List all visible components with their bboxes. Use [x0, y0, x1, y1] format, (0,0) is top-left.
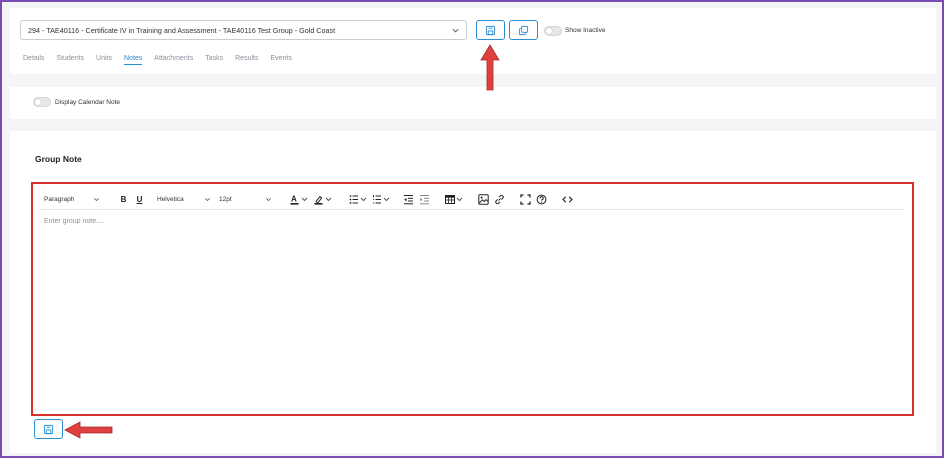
tab-events[interactable]: Events: [270, 55, 291, 65]
editor-toolbar: Paragraph B U Helvetica 12pt A: [39, 190, 905, 210]
underline-button[interactable]: U: [134, 194, 145, 205]
save-button[interactable]: [476, 20, 505, 40]
source-code-button[interactable]: [562, 194, 573, 205]
font-family-value: Helvetica: [157, 195, 184, 203]
tab-attachments[interactable]: Attachments: [154, 55, 193, 65]
copy-icon: [518, 25, 529, 35]
arrow-icon: [480, 44, 500, 91]
highlight-icon: [314, 195, 332, 205]
fullscreen-icon: [520, 194, 531, 205]
chevron-down-icon: [452, 28, 459, 33]
group-select[interactable]: 294 - TAE40116 - Certificate IV in Train…: [20, 20, 467, 40]
show-inactive-label: Show Inactive: [565, 27, 606, 34]
group-select-value: 294 - TAE40116 - Certificate IV in Train…: [28, 25, 336, 35]
show-inactive-toggle[interactable]: [544, 26, 562, 36]
app-frame: 294 - TAE40116 - Certificate IV in Train…: [0, 0, 944, 458]
tab-students[interactable]: Students: [56, 55, 84, 65]
help-icon: [536, 194, 547, 205]
tab-results[interactable]: Results: [235, 55, 258, 65]
note-textarea[interactable]: Enter group note....: [44, 218, 104, 225]
bullet-list-button[interactable]: [349, 194, 369, 205]
save-icon: [43, 424, 54, 434]
calendar-card: [10, 87, 936, 119]
table-button[interactable]: [445, 194, 465, 205]
note-editor: Paragraph B U Helvetica 12pt A Enter gro…: [31, 182, 914, 416]
tab-tasks[interactable]: Tasks: [205, 55, 223, 65]
bullet-list-icon: [349, 195, 367, 204]
numbered-list-button[interactable]: [372, 194, 392, 205]
outdent-icon: [404, 195, 413, 205]
tab-bar: Details Students Units Notes Attachments…: [23, 55, 304, 65]
indent-icon: [420, 195, 429, 205]
table-icon: [445, 195, 463, 204]
chevron-down-icon: [94, 198, 99, 202]
insert-image-button[interactable]: [478, 194, 489, 205]
tab-units[interactable]: Units: [96, 55, 112, 65]
font-size-select[interactable]: 12pt: [219, 193, 272, 205]
text-color-icon: A: [290, 195, 308, 205]
chevron-down-icon: [205, 198, 210, 202]
help-button[interactable]: [536, 194, 547, 205]
font-size-value: 12pt: [219, 195, 232, 203]
tab-notes[interactable]: Notes: [124, 55, 143, 65]
link-icon: [495, 194, 504, 205]
block-format-select[interactable]: Paragraph: [44, 193, 100, 205]
tab-details[interactable]: Details: [23, 55, 44, 65]
display-calendar-toggle[interactable]: [33, 97, 51, 107]
arrow-icon: [64, 421, 113, 439]
display-calendar-label: Display Calendar Note: [55, 99, 121, 106]
bold-icon: B: [120, 195, 127, 204]
fullscreen-button[interactable]: [520, 194, 531, 205]
insert-link-button[interactable]: [494, 194, 505, 205]
copy-button[interactable]: [509, 20, 538, 40]
indent-button[interactable]: [419, 194, 430, 205]
bold-button[interactable]: B: [118, 194, 129, 205]
chevron-down-icon: [266, 198, 271, 202]
outdent-button[interactable]: [403, 194, 414, 205]
numbered-list-icon: [373, 195, 390, 204]
text-color-button[interactable]: A: [289, 194, 311, 205]
highlight-button[interactable]: [313, 194, 335, 205]
underline-icon: U: [136, 195, 143, 204]
bottom-save-button[interactable]: [34, 419, 63, 439]
font-family-select[interactable]: Helvetica: [157, 193, 211, 205]
image-icon: [478, 194, 489, 205]
block-format-value: Paragraph: [44, 195, 75, 203]
save-icon: [485, 25, 496, 35]
svg-text:A: A: [291, 195, 297, 204]
source-code-icon: [562, 196, 573, 203]
section-title: Group Note: [35, 154, 82, 164]
